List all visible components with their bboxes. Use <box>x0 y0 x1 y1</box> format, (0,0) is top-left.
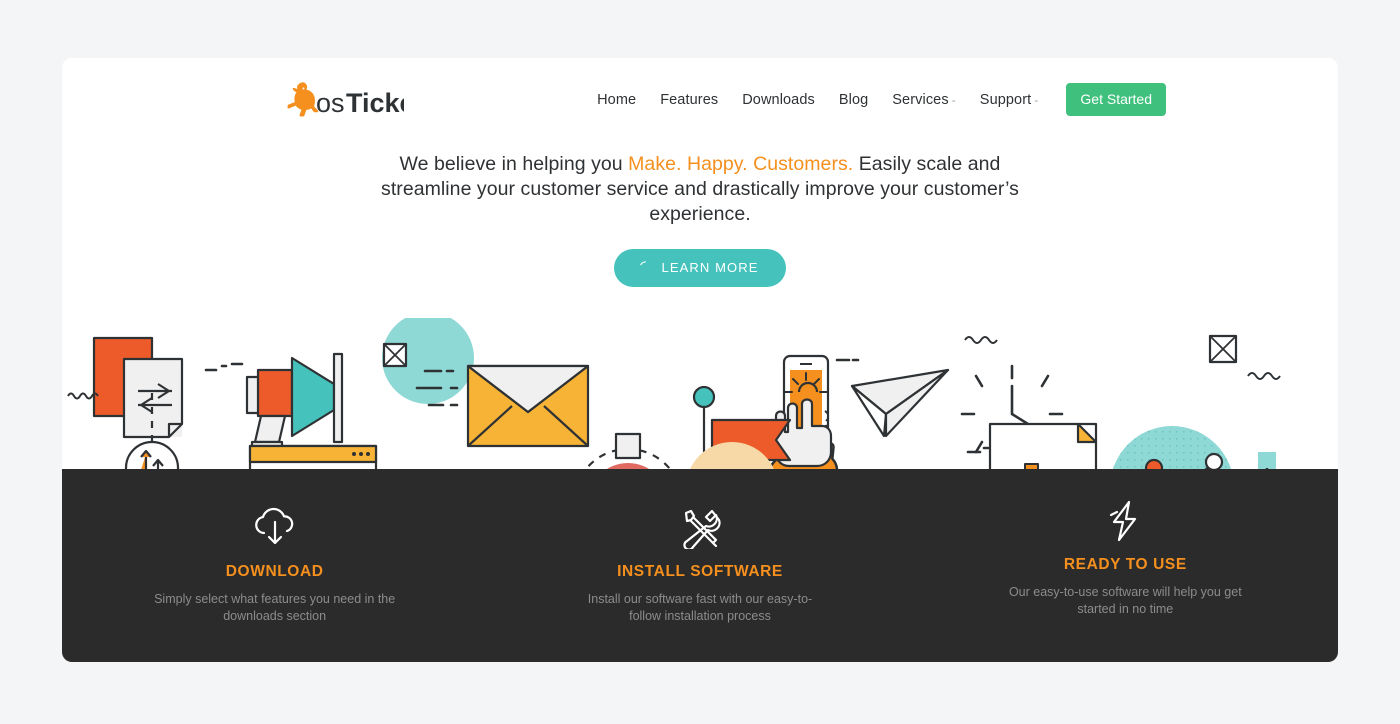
spinner-arc-icon <box>639 261 646 266</box>
nav-item-home[interactable]: Home <box>585 86 648 114</box>
nav-label: Services <box>892 91 949 108</box>
get-started-button[interactable]: Get Started <box>1066 83 1166 116</box>
feature-description: Our easy-to-use software will help you g… <box>1008 585 1242 616</box>
svg-text:os: os <box>316 88 345 118</box>
hero-highlight: Make. Happy. Customers. <box>628 153 854 175</box>
feature-description: Install our software fast with our easy-… <box>587 592 813 623</box>
nav-label: Features <box>660 91 719 108</box>
learn-more-button[interactable]: LEARN MORE <box>613 249 787 287</box>
feature-download: DOWNLOAD Simply select what features you… <box>62 469 487 662</box>
nav-item-services[interactable]: Services - <box>880 86 968 114</box>
chevron-down-icon: - <box>951 92 956 107</box>
kangaroo-icon: os Ticket <box>287 82 404 118</box>
feature-description: Simply select what features you need in … <box>154 592 396 623</box>
nav-label: Support <box>979 91 1032 108</box>
customer-service-flat-illustration <box>67 318 1281 469</box>
nav-item-features[interactable]: Features <box>648 86 730 114</box>
nav-label: Downloads <box>742 91 815 108</box>
nav-item-blog[interactable]: Blog <box>827 86 880 114</box>
main-navigation: Home Features Downloads Blog Services - S… <box>585 83 1166 116</box>
nav-item-support[interactable]: Support - <box>968 86 1051 114</box>
lightning-bolt-icon <box>913 500 1338 542</box>
hero-headline: We believe in helping you Make. Happy. C… <box>370 152 1030 227</box>
svg-text:Ticket: Ticket <box>346 88 404 118</box>
page-root: os Ticket Home Features Downloads Blog S… <box>0 0 1400 724</box>
hero-section: We believe in helping you Make. Happy. C… <box>62 140 1338 287</box>
site-header: os Ticket Home Features Downloads Blog S… <box>62 58 1338 140</box>
feature-title: INSTALL SOFTWARE <box>617 563 783 580</box>
features-row: DOWNLOAD Simply select what features you… <box>62 469 1338 662</box>
features-section: DOWNLOAD Simply select what features you… <box>62 469 1338 662</box>
nav-label: Home <box>597 91 637 108</box>
content-card: os Ticket Home Features Downloads Blog S… <box>62 58 1338 662</box>
nav-label: Blog <box>838 91 869 108</box>
brand-logo[interactable]: os Ticket <box>284 76 404 126</box>
feature-title: READY TO USE <box>1063 556 1187 573</box>
feature-install-software: INSTALL SOFTWARE Install our software fa… <box>487 469 912 662</box>
feature-title: DOWNLOAD <box>225 563 324 580</box>
hero-lead: We believe in helping you <box>399 153 629 175</box>
feature-ready-to-use: READY TO USE Our easy-to-use software wi… <box>913 469 1338 662</box>
chevron-down-icon: - <box>1034 92 1039 107</box>
nav-item-downloads[interactable]: Downloads <box>730 86 827 114</box>
hero-illustration <box>62 318 1338 469</box>
hero-cta-wrap: LEARN MORE <box>62 249 1338 287</box>
wrench-screwdriver-icon <box>487 507 912 549</box>
cloud-download-icon <box>62 507 487 549</box>
learn-more-label: LEARN MORE <box>661 260 759 275</box>
